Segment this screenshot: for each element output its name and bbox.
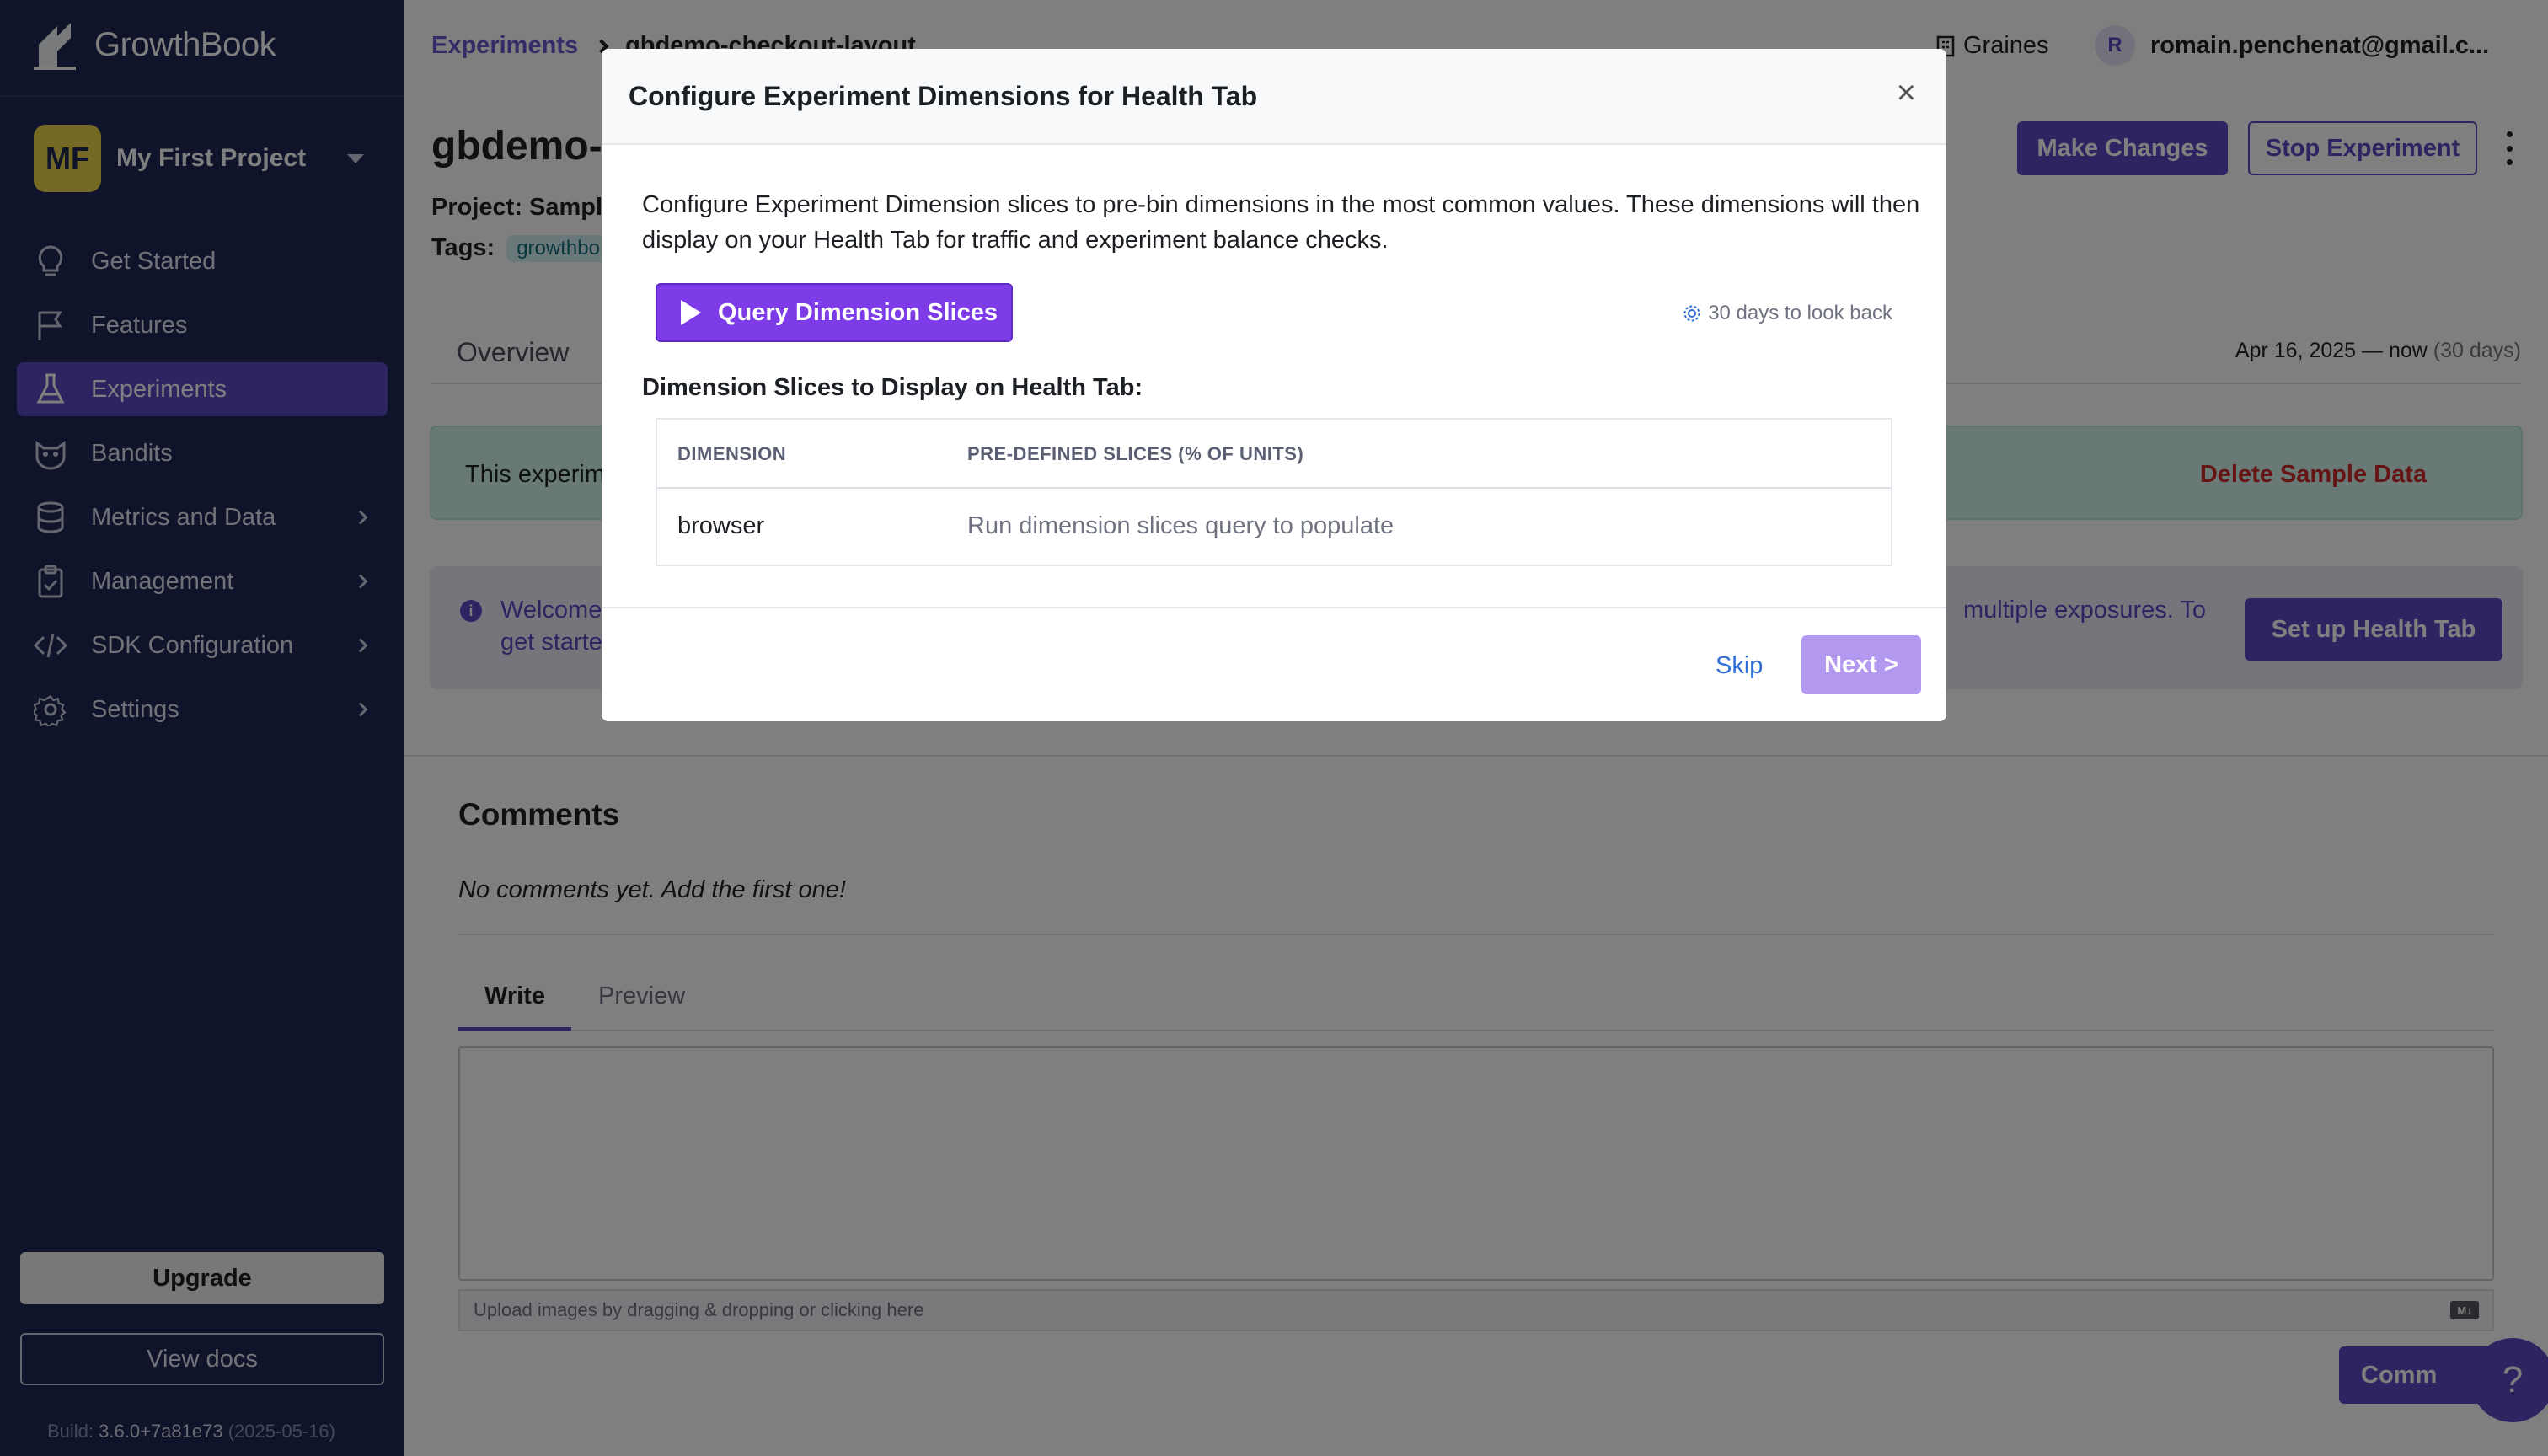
table-cell-slices: Run dimension slices query to populate (967, 512, 1394, 539)
configure-dimensions-modal: Configure Experiment Dimensions for Heal… (602, 49, 1946, 721)
modal-title: Configure Experiment Dimensions for Heal… (629, 81, 1258, 111)
query-dimension-slices-button[interactable]: Query Dimension Slices (656, 283, 1013, 342)
dimension-slices-table: DIMENSION PRE-DEFINED SLICES (% OF UNITS… (656, 418, 1892, 566)
next-button[interactable]: Next > (1801, 635, 1921, 694)
column-header-dimension: DIMENSION (677, 443, 787, 464)
play-icon (681, 300, 701, 325)
close-icon[interactable]: × (1897, 76, 1916, 110)
modal-header: Configure Experiment Dimensions for Heal… (602, 49, 1946, 145)
skip-button[interactable]: Skip (1716, 652, 1763, 680)
modal-footer-divider (602, 607, 1946, 608)
table-cell-dimension: browser (677, 512, 765, 539)
table-header-row: DIMENSION PRE-DEFINED SLICES (% OF UNITS… (657, 420, 1891, 489)
slices-heading: Dimension Slices to Display on Health Ta… (642, 374, 1143, 401)
modal-description: Configure Experiment Dimension slices to… (642, 191, 1920, 254)
lookback-setting[interactable]: 30 days to look back (1683, 302, 1892, 325)
column-header-slices: PRE-DEFINED SLICES (% OF UNITS) (967, 443, 1304, 464)
gear-icon (1684, 305, 1700, 322)
